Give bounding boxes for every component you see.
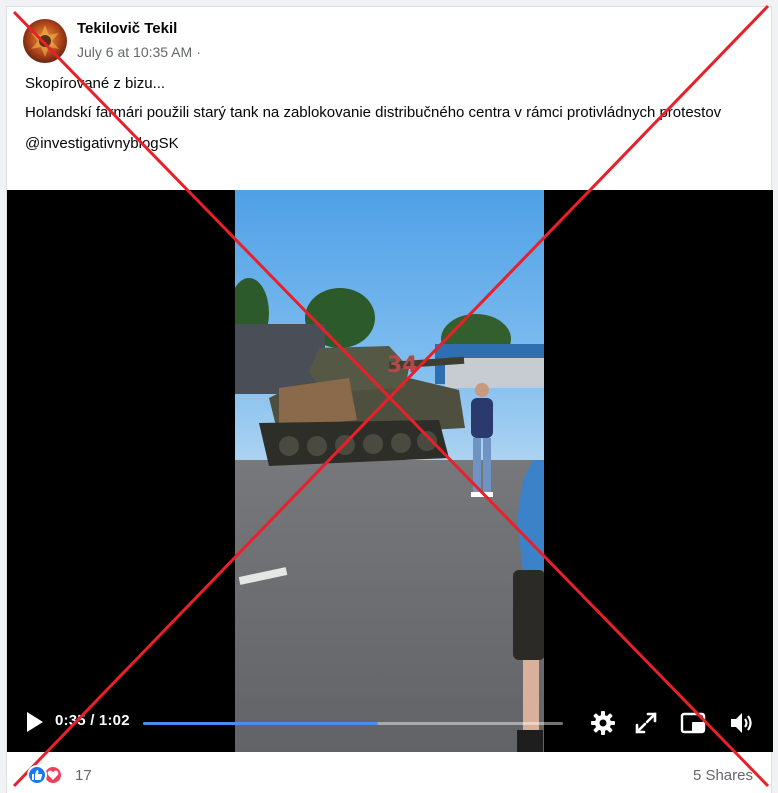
- post-text-line-2: Holandskí farmári použili starý tank na …: [25, 104, 722, 121]
- tank-marking: 34: [387, 353, 418, 378]
- facebook-post: Tekilovič Tekil July 6 at 10:35 AM · Sko…: [6, 6, 773, 793]
- avatar-image: [31, 25, 59, 57]
- video-controls: 0:35 / 1:02: [7, 692, 773, 752]
- post-text: Skopírované z bizu... Holandskí farmári …: [25, 73, 755, 164]
- settings-gear-icon[interactable]: [590, 710, 616, 736]
- video-progress-fill: [143, 722, 379, 725]
- reaction-summary[interactable]: 17: [27, 765, 92, 785]
- post-header: Tekilovič Tekil July 6 at 10:35 AM ·: [23, 17, 201, 67]
- tank-image: 34: [259, 346, 465, 466]
- post-footer: 17 5 Shares: [7, 763, 773, 793]
- fullscreen-icon[interactable]: [633, 710, 659, 736]
- play-icon[interactable]: [21, 709, 47, 735]
- like-icon: [27, 765, 47, 785]
- video-frame: 34: [235, 190, 544, 752]
- standing-man: [471, 383, 493, 497]
- post-timestamp[interactable]: July 6 at 10:35 AM: [77, 42, 192, 62]
- video-timecode: 0:35 / 1:02: [55, 712, 130, 729]
- reaction-count: 17: [75, 766, 92, 784]
- separator-dot: ·: [196, 44, 201, 60]
- author-name[interactable]: Tekilovič Tekil: [77, 19, 201, 39]
- author-avatar[interactable]: [23, 19, 67, 63]
- video-progress-bar[interactable]: [143, 722, 563, 725]
- video-player[interactable]: 34 0:35 / 1:02: [7, 190, 773, 752]
- post-text-hashtag[interactable]: @investigativnyblogSK: [25, 133, 755, 154]
- post-text-line-1: Skopírované z bizu...: [25, 75, 166, 92]
- picture-in-picture-icon[interactable]: [680, 710, 706, 736]
- shares-count[interactable]: 5 Shares: [693, 767, 753, 784]
- volume-icon[interactable]: [728, 710, 754, 736]
